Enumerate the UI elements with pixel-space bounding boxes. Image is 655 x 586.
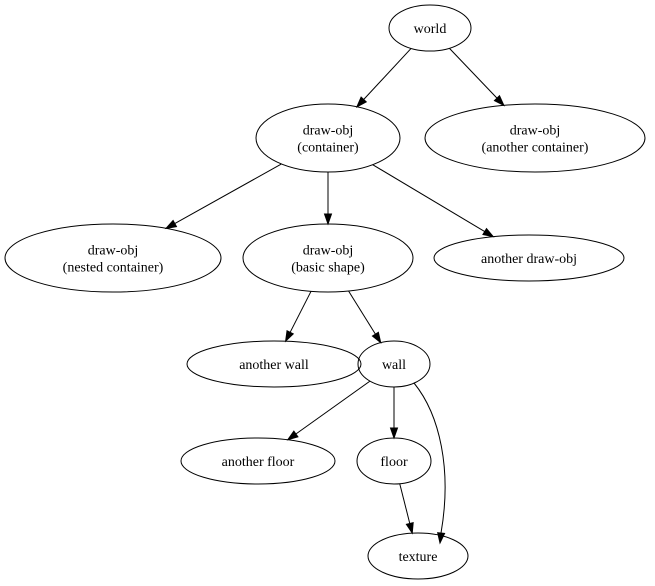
edge-basic-shape-to-another-wall-arrowhead — [284, 329, 295, 343]
edge-world-to-another-container — [448, 47, 498, 99]
edge-container-to-nested-container-arrowhead — [164, 219, 178, 230]
edge-wall-to-another-floor — [295, 380, 371, 435]
edge-basic-shape-to-wall-arrowhead — [371, 331, 382, 344]
node-another-container-label: draw-obj — [510, 124, 561, 139]
node-another-container: draw-obj (another container) — [424, 103, 646, 173]
node-world-label: world — [414, 22, 447, 37]
nodes: world draw-obj (container) draw-obj (another… — [4, 4, 646, 580]
edge-world-to-container — [363, 48, 412, 100]
edge-container-to-another-draw-obj-arrowhead — [482, 227, 495, 238]
edge-wall-to-texture-arrowhead — [437, 532, 446, 545]
node-world: world — [388, 4, 472, 52]
edge-container-to-nested-container — [174, 163, 282, 224]
node-floor: floor — [356, 437, 432, 485]
node-texture-label: texture — [399, 550, 438, 565]
node-basic-shape: draw-obj (basic shape) — [242, 223, 414, 293]
edge-container-to-basic-shape-arrowhead — [323, 213, 333, 226]
edge-basic-shape-to-another-wall — [289, 291, 312, 333]
tree-diagram: world draw-obj (container) draw-obj (another… — [4, 4, 646, 580]
edge-container-to-another-draw-obj — [372, 164, 485, 232]
edge-basic-shape-to-wall — [348, 290, 376, 335]
node-container-label: draw-obj — [303, 124, 354, 139]
node-another-wall: another wall — [186, 340, 362, 388]
node-nested-container-label: draw-obj — [88, 244, 139, 259]
node-wall: wall — [357, 340, 431, 388]
node-floor-label: floor — [380, 455, 408, 470]
edges — [164, 47, 505, 545]
node-nested-container: draw-obj (nested container) — [4, 223, 222, 293]
node-another-wall-label: another wall — [239, 358, 309, 373]
node-another-draw-obj-label: another draw-obj — [481, 252, 577, 267]
edge-wall-to-floor-arrowhead — [389, 427, 399, 440]
node-nested-container-label: (nested container) — [63, 261, 164, 276]
node-texture: texture — [367, 532, 469, 580]
node-another-floor: another floor — [180, 437, 336, 485]
node-another-container-label: (another container) — [482, 141, 589, 156]
node-basic-shape-label: (basic shape) — [291, 261, 365, 276]
edge-wall-to-another-floor-arrowhead — [286, 430, 299, 441]
node-container: draw-obj (container) — [255, 103, 401, 173]
edge-floor-to-texture-arrowhead — [405, 521, 414, 535]
node-wall-label: wall — [382, 358, 406, 373]
node-basic-shape-label: draw-obj — [303, 244, 354, 259]
edge-wall-to-texture — [413, 382, 446, 534]
edge-floor-to-texture — [399, 483, 411, 524]
node-another-draw-obj: another draw-obj — [433, 234, 625, 282]
node-another-floor-label: another floor — [222, 455, 295, 470]
node-container-label: (container) — [297, 141, 359, 156]
